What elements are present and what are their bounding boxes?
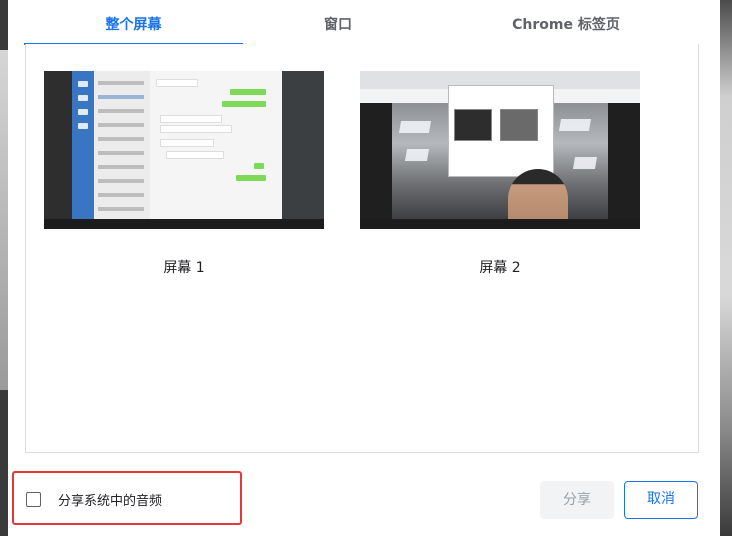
share-audio-checkbox[interactable] <box>26 492 41 507</box>
backdrop-right <box>718 0 732 536</box>
backdrop-strip <box>0 50 8 390</box>
source-panel: 屏幕 1 屏幕 2 <box>25 44 699 453</box>
screen-1-thumbnail <box>44 71 324 229</box>
screen-1-label: 屏幕 1 <box>163 260 205 276</box>
share-audio-label[interactable]: 分享系统中的音频 <box>58 490 162 509</box>
tab-window[interactable]: 窗口 <box>243 0 433 44</box>
cancel-button[interactable]: 取消 <box>624 481 698 519</box>
screen-2-thumbnail <box>360 71 640 229</box>
screen-share-dialog: 整个屏幕 窗口 Chrome 标签页 屏幕 1 屏幕 2 分享系统中的音频 分享… <box>8 0 720 536</box>
share-button[interactable]: 分享 <box>540 481 614 519</box>
tab-entire-screen[interactable]: 整个屏幕 <box>24 0 243 44</box>
screen-2-label: 屏幕 2 <box>479 260 521 276</box>
source-tabs: 整个屏幕 窗口 Chrome 标签页 <box>24 0 698 45</box>
tab-chrome-tab[interactable]: Chrome 标签页 <box>444 0 688 44</box>
screen-option-2[interactable]: 屏幕 2 <box>360 71 640 281</box>
screen-option-1[interactable]: 屏幕 1 <box>44 71 324 281</box>
